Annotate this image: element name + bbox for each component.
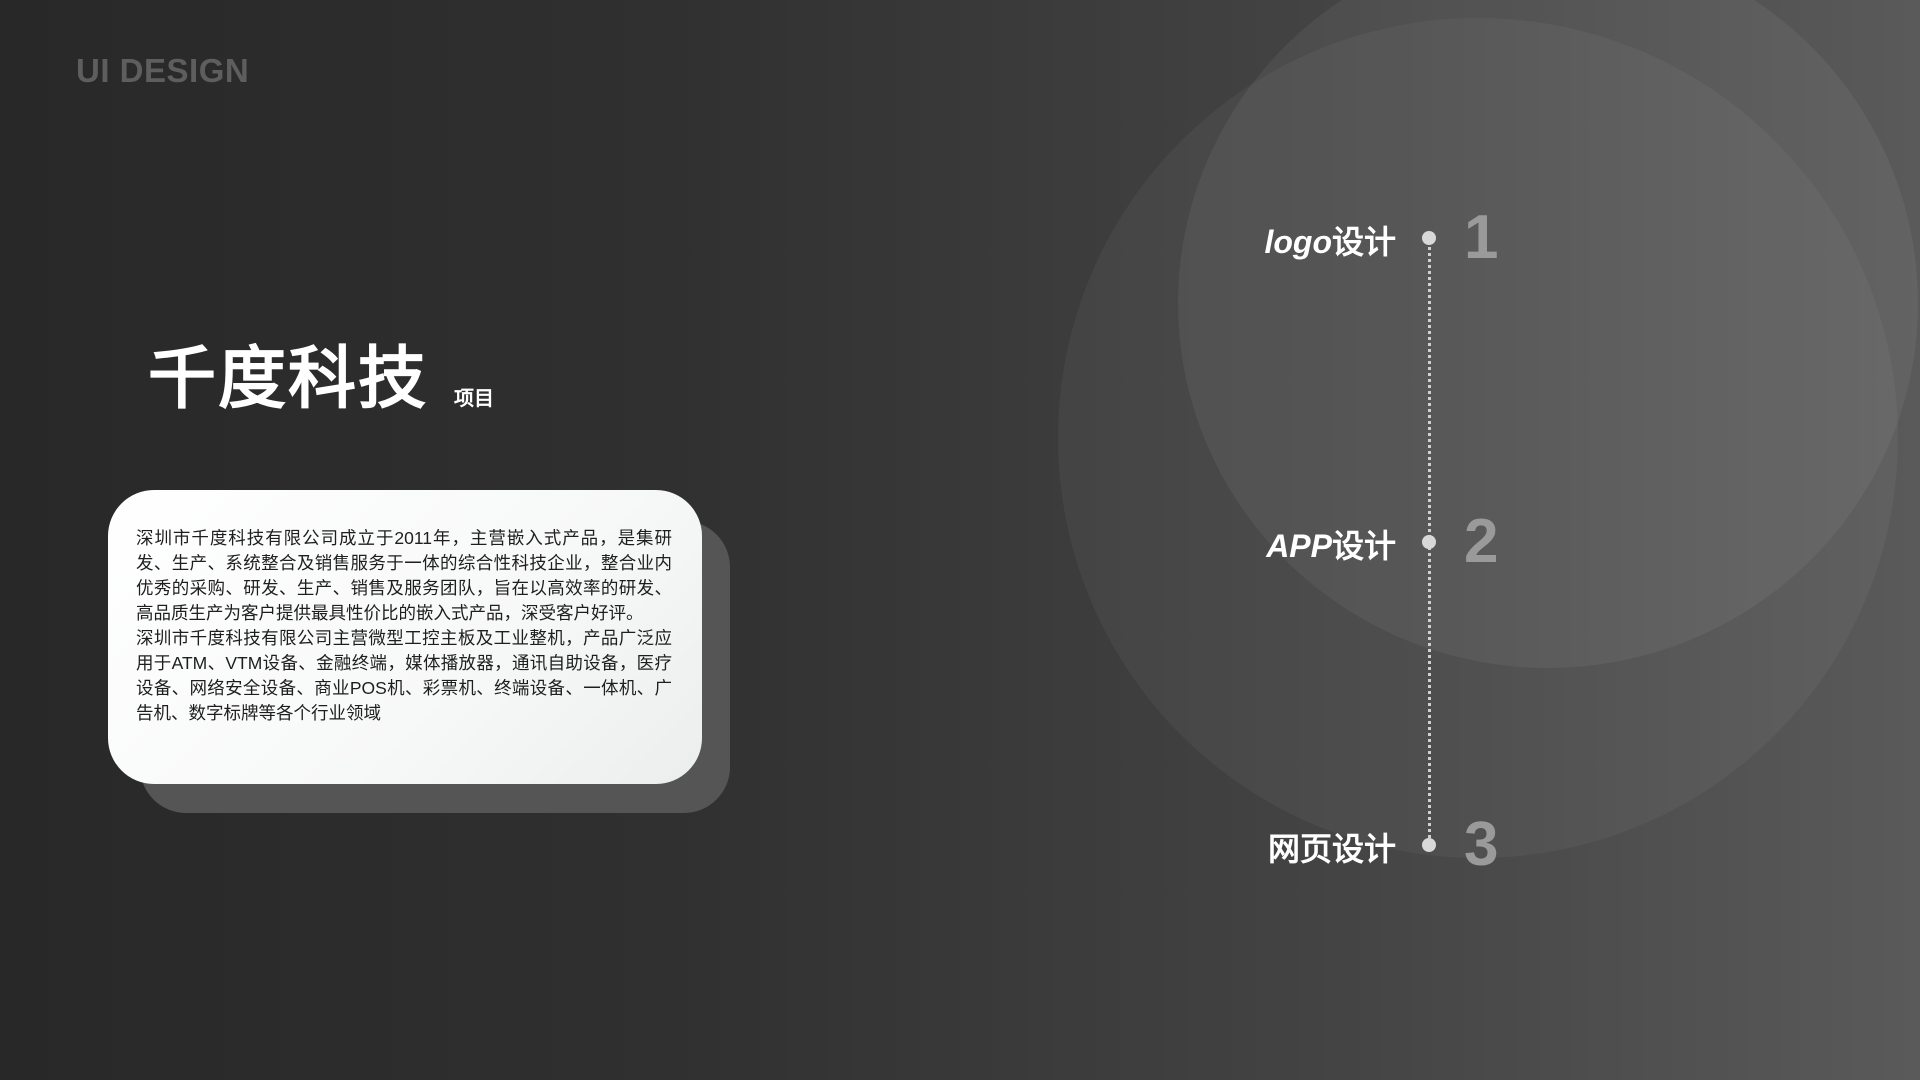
step-label: logo设计: [1264, 217, 1396, 263]
step-label-cn: 网页设计: [1267, 831, 1396, 867]
timeline-dot: [1422, 535, 1436, 549]
timeline-dot: [1422, 838, 1436, 852]
step-label-latin: APP: [1266, 528, 1332, 564]
page-subtitle: 项目: [454, 388, 495, 410]
page-title: 千度科技: [148, 341, 429, 417]
timeline-step-2: APP设计 2: [0, 503, 1920, 583]
step-number: 3: [1464, 810, 1499, 879]
step-label: APP设计: [1266, 521, 1396, 567]
step-number: 1: [1464, 203, 1499, 272]
step-number: 2: [1464, 507, 1499, 576]
timeline-step-1: logo设计 1: [0, 199, 1920, 279]
title-group: 千度科技 项目: [148, 345, 494, 413]
step-label: 网页设计: [1268, 824, 1396, 870]
timeline-dot: [1422, 231, 1436, 245]
step-label-cn: 设计: [1331, 224, 1396, 260]
description-paragraph-2: 深圳市千度科技有限公司主营微型工控主板及工业整机，产品广泛应用于ATM、VTM设…: [136, 628, 672, 723]
step-label-cn: 设计: [1331, 528, 1396, 564]
step-label-latin: logo: [1264, 224, 1332, 260]
timeline-step-3: 网页设计 3: [0, 806, 1920, 886]
brand-label: UI DESIGN: [76, 52, 250, 89]
background-circle-large: [1058, 18, 1898, 858]
